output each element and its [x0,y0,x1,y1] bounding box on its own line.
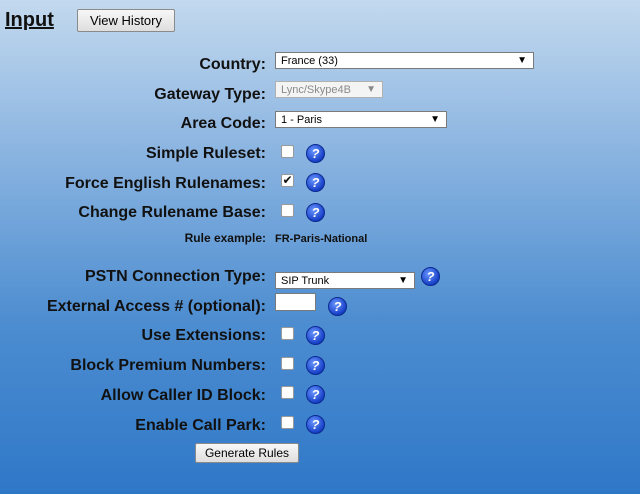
use-extensions-label: Use Extensions: [141,327,266,344]
page-title: Input [5,9,54,31]
simple-ruleset-checkbox[interactable] [281,145,294,158]
gateway-type-label: Gateway Type: [154,86,266,103]
help-icon[interactable]: ? [306,326,325,345]
chevron-down-icon: ▼ [366,84,376,95]
help-icon[interactable]: ? [328,297,347,316]
country-value: France (33) [281,54,338,67]
area-code-select[interactable]: 1 - Paris ▼ [275,111,447,128]
help-icon[interactable]: ? [306,385,325,404]
checkmark-icon: ✔ [282,173,293,187]
help-icon[interactable]: ? [306,415,325,434]
enable-call-park-checkbox[interactable] [281,416,294,429]
external-access-label: External Access # (optional): [46,298,266,315]
rule-example-label: Rule example: [184,231,266,245]
country-label: Country: [199,56,266,73]
generate-rules-button[interactable]: Generate Rules [195,443,299,463]
chevron-down-icon: ▼ [398,275,408,286]
force-english-label: Force English Rulenames: [65,175,266,192]
help-icon[interactable]: ? [306,203,325,222]
change-rulename-base-checkbox[interactable] [281,204,294,217]
change-rulename-base-label: Change Rulename Base: [78,204,266,221]
pstn-connection-type-label: PSTN Connection Type: [84,268,266,285]
help-icon[interactable]: ? [421,267,440,286]
gateway-type-select[interactable]: Lync/Skype4B ▼ [275,81,383,98]
external-access-input[interactable] [275,293,316,311]
force-english-checkbox[interactable]: ✔ [281,174,294,187]
enable-call-park-label: Enable Call Park: [135,417,266,434]
allow-caller-id-block-checkbox[interactable] [281,386,294,399]
country-select[interactable]: France (33) ▼ [275,52,534,69]
simple-ruleset-label: Simple Ruleset: [145,145,266,162]
use-extensions-checkbox[interactable] [281,327,294,340]
rule-example-value: FR-Paris-National [275,233,368,245]
area-code-label: Area Code: [180,115,266,132]
block-premium-checkbox[interactable] [281,357,294,370]
view-history-button[interactable]: View History [77,9,175,32]
help-icon[interactable]: ? [306,173,325,192]
help-icon[interactable]: ? [306,144,325,163]
gateway-type-value: Lync/Skype4B [281,83,351,96]
help-icon[interactable]: ? [306,356,325,375]
chevron-down-icon: ▼ [517,55,527,66]
pstn-connection-type-value: SIP Trunk [281,274,330,287]
allow-caller-id-block-label: Allow Caller ID Block: [100,387,266,404]
block-premium-label: Block Premium Numbers: [70,357,266,374]
pstn-connection-type-select[interactable]: SIP Trunk ▼ [275,272,415,289]
chevron-down-icon: ▼ [430,114,440,125]
area-code-value: 1 - Paris [281,113,322,126]
